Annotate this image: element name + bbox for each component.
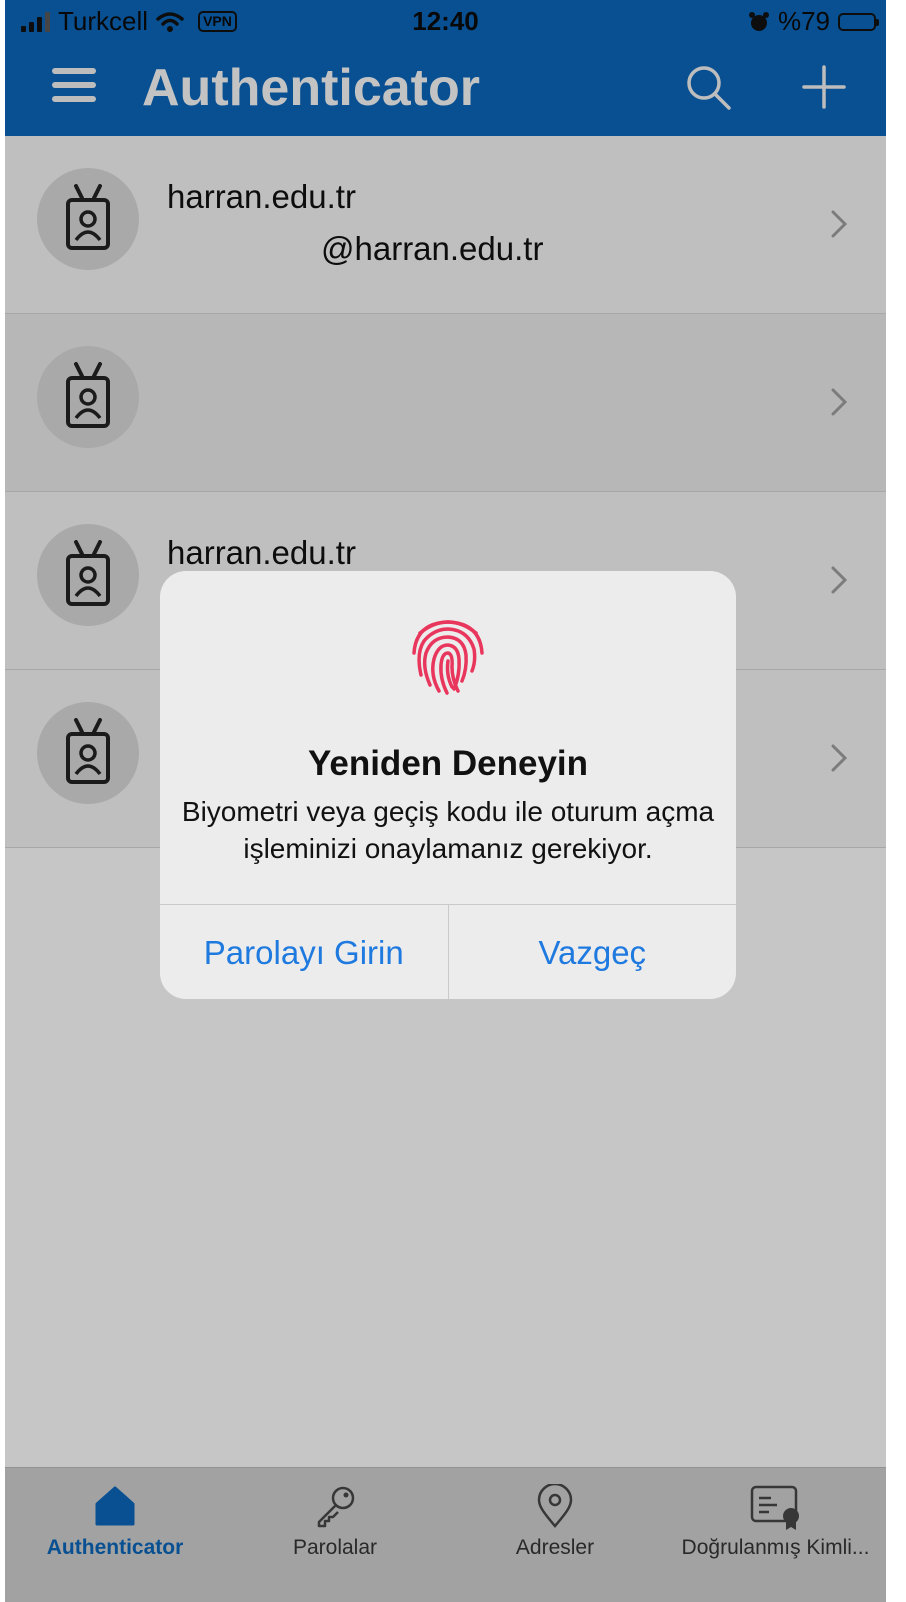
cancel-button[interactable]: Vazgeç (449, 905, 737, 999)
alert-buttons: Parolayı Girin Vazgeç (160, 904, 736, 999)
alert-title: Yeniden Deneyin (307, 744, 589, 783)
app-frame: Turkcell VPN 12:40 %79 Authenticator har… (5, 0, 886, 1602)
fingerprint-icon (412, 620, 484, 695)
biometric-alert: Yeniden Deneyin Biyometri veya geçiş kod… (160, 571, 736, 999)
enter-password-button[interactable]: Parolayı Girin (160, 905, 449, 999)
alert-message: Biyometri veya geçiş kodu ile oturum açm… (181, 796, 715, 864)
